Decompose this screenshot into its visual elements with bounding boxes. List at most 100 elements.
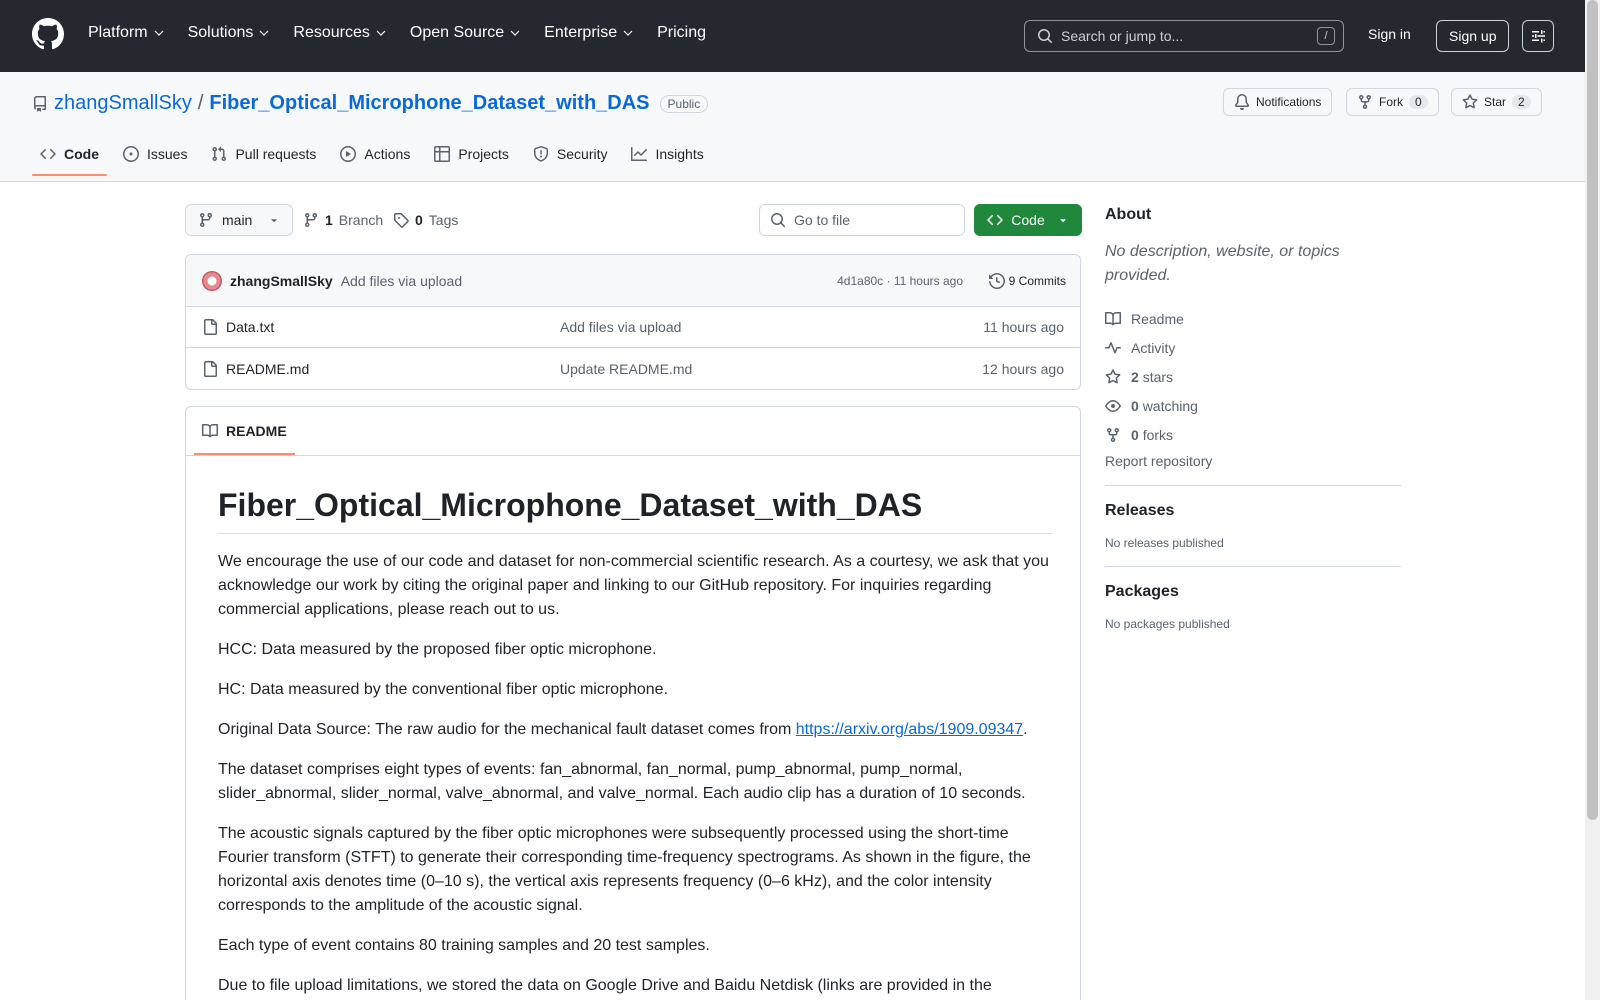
chevron-down-icon [376,30,386,36]
about-sidebar: About No description, website, or topics… [1105,206,1401,631]
github-logo-icon[interactable] [32,18,64,50]
repo-name-link[interactable]: Fiber_Optical_Microphone_Dataset_with_DA… [209,92,649,115]
releases-title[interactable]: Releases [1105,502,1401,520]
search-icon [771,213,786,228]
book-icon [202,423,218,438]
go-to-file-input[interactable]: Go to file [759,204,965,236]
file-time: 12 hours ago [982,360,1064,377]
forks-link[interactable]: 0 forks [1105,420,1401,449]
issue-icon [123,146,139,162]
tab-projects[interactable]: Projects [426,138,517,174]
file-name[interactable]: Data.txt [226,319,274,335]
activity-link[interactable]: Activity [1105,333,1401,362]
branch-selector[interactable]: main [185,204,294,236]
divider [1105,485,1401,486]
table-icon [434,146,451,162]
path-separator: / [197,92,204,114]
eye-icon [1105,399,1121,412]
fork-label: Fork [1379,95,1403,109]
tab-insights[interactable]: Insights [623,138,711,174]
scrollbar-thumb[interactable] [1587,0,1598,820]
tab-code[interactable]: Code [32,138,107,176]
forks-label: forks [1142,426,1174,443]
latest-commit-row: zhangSmallSky Add files via upload 4d1a8… [186,255,1080,307]
stars-count: 2 [1131,368,1139,385]
stars-link[interactable]: 2 stars [1105,362,1401,391]
tag-count: 0 [415,212,423,228]
nav-platform[interactable]: Platform [88,24,164,42]
search-input[interactable]: Search or jump to... / [1024,20,1344,52]
page-scrollbar[interactable] [1585,0,1600,1000]
header-nav: Platform Solutions Resources Open Source… [88,24,730,42]
tag-icon [394,213,409,228]
tab-label: Security [556,146,608,162]
tags-link[interactable]: 0 Tags [393,212,458,228]
menu-button[interactable] [1522,20,1554,52]
sliders-icon [1532,30,1545,43]
notifications-button[interactable]: Notifications [1223,88,1333,116]
branch-name: main [222,212,253,228]
nav-label: Open Source [409,24,505,41]
tab-pull-requests[interactable]: Pull requests [203,138,324,174]
commit-author[interactable]: zhangSmallSky [230,273,333,289]
readme-paragraph: HCC: Data measured by the proposed fiber… [218,641,657,658]
tab-label: Projects [458,146,509,162]
repo-tabs: Code Issues Pull requests Actions Projec… [32,138,720,176]
readme-body: Fiber_Optical_Microphone_Dataset_with_DA… [218,485,1052,1000]
code-dropdown-button[interactable]: Code [974,204,1082,236]
table-row[interactable]: README.md Update README.md 12 hours ago [186,348,1080,389]
watching-link[interactable]: 0 watching [1105,391,1401,420]
tab-actions[interactable]: Actions [332,138,418,174]
code-icon [40,148,56,160]
nav-solutions[interactable]: Solutions [188,24,270,42]
nav-open-source[interactable]: Open Source [410,24,520,42]
nav-pricing[interactable]: Pricing [657,24,706,42]
commits-link[interactable]: 9 Commits [988,272,1066,289]
readme-panel: README Fiber_Optical_Microphone_Dataset_… [185,406,1081,1000]
arxiv-link[interactable]: https://arxiv.org/abs/1909.09347 [796,721,1023,738]
file-browser: zhangSmallSky Add files via upload 4d1a8… [185,254,1081,390]
watching-count: 0 [1131,397,1139,414]
file-commit-message[interactable]: Add files via upload [560,319,681,335]
readme-link[interactable]: Readme [1105,304,1401,333]
fork-button[interactable]: Fork 0 [1346,88,1439,116]
avatar[interactable] [202,270,222,291]
star-icon [1462,94,1478,109]
pulse-icon [1105,341,1121,353]
file-commit-message[interactable]: Update README.md [560,361,692,377]
stars-label: stars [1142,368,1174,385]
sign-up-button[interactable]: Sign up [1436,20,1510,52]
packages-empty: No packages published [1105,617,1230,631]
readme-paragraph: The acoustic signals captured by the fib… [218,825,1031,914]
file-name[interactable]: README.md [226,361,309,377]
readme-paragraph: HC: Data measured by the conventional fi… [218,681,669,698]
nav-resources[interactable]: Resources [293,24,386,42]
chevron-down-icon [154,30,164,36]
tab-security[interactable]: Security [525,138,616,174]
triangle-down-icon [1059,219,1066,223]
commit-sha-time[interactable]: 4d1a80c · 11 hours ago [837,274,963,288]
about-description: No description, website, or topics provi… [1105,243,1340,284]
fork-icon [1107,427,1119,442]
readme-paragraph: The dataset comprises eight types of eve… [218,761,1026,802]
readme-paragraph: Each type of event contains 80 training … [218,937,710,954]
go-to-file-placeholder: Go to file [794,212,851,228]
table-row[interactable]: Data.txt Add files via upload 11 hours a… [186,307,1080,348]
star-button[interactable]: Star 2 [1451,88,1542,116]
commit-message[interactable]: Add files via upload [341,273,462,289]
sign-in-link[interactable]: Sign in [1368,26,1411,42]
tag-label: Tags [428,212,459,228]
repo-owner-link[interactable]: zhangSmallSky [54,92,192,115]
notifications-label: Notifications [1256,95,1322,109]
tab-issues[interactable]: Issues [115,138,195,174]
nav-enterprise[interactable]: Enterprise [544,24,633,42]
packages-title[interactable]: Packages [1105,583,1401,601]
readme-tab[interactable]: README [194,407,295,455]
repo-header: zhangSmallSky / Fiber_Optical_Microphone… [0,72,1585,182]
branches-link[interactable]: 1 Branch [303,212,383,228]
report-repository-link[interactable]: Report repository [1105,453,1401,469]
tab-label: Insights [655,146,704,162]
graph-icon [631,147,648,161]
star-count: 2 [1512,95,1531,109]
fork-icon [1359,95,1371,110]
